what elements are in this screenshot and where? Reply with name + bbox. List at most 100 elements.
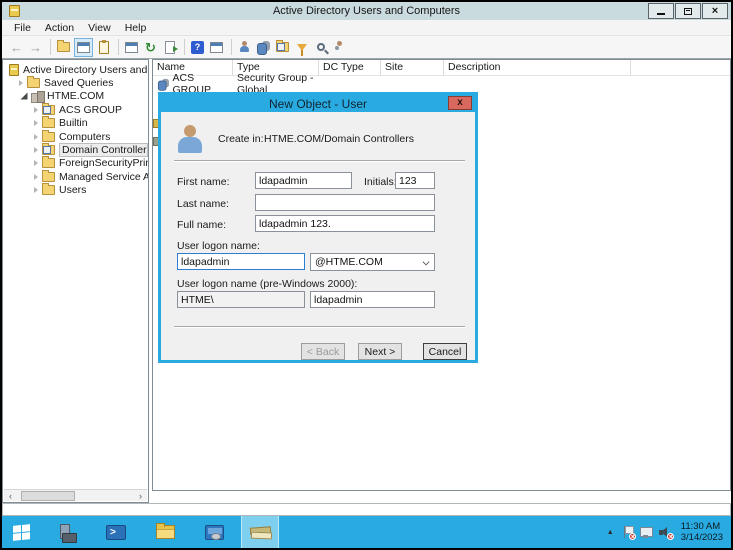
forward-icon[interactable]: →: [27, 39, 44, 56]
container-folder-icon: [42, 118, 55, 128]
clipboard-icon[interactable]: [95, 39, 112, 56]
back-button[interactable]: < Back: [301, 343, 345, 360]
tree-item-domain[interactable]: HTME.COM: [3, 90, 148, 103]
menu-file[interactable]: File: [7, 22, 38, 34]
file-explorer-button[interactable]: [146, 516, 184, 548]
powershell-button[interactable]: >: [97, 516, 135, 548]
pre2000-logon-field[interactable]: [310, 291, 435, 308]
logon-name-field[interactable]: [177, 253, 305, 270]
window-icon[interactable]: [208, 39, 225, 56]
network-icon[interactable]: [640, 527, 652, 538]
expand-arrow-icon[interactable]: [34, 187, 38, 193]
first-name-label: First name:: [177, 176, 230, 188]
up-one-level-icon[interactable]: [55, 39, 72, 56]
export-list-icon[interactable]: [161, 39, 178, 56]
dialog-close-button[interactable]: x: [448, 96, 472, 110]
column-header-dc-type[interactable]: DC Type: [319, 60, 381, 76]
logon-domain-dropdown[interactable]: @HTME.COM: [310, 253, 435, 271]
back-icon[interactable]: ←: [8, 39, 25, 56]
expand-arrow-icon[interactable]: [19, 80, 23, 86]
tree-item-users[interactable]: Users: [3, 184, 148, 197]
tree-item-computers[interactable]: Computers: [3, 130, 148, 143]
create-in-label: Create in:: [218, 133, 264, 145]
tree-item-root[interactable]: Active Directory Users and Com: [3, 63, 148, 76]
first-name-field[interactable]: [255, 172, 352, 189]
tree-item-domain-controllers[interactable]: Domain Controllers: [3, 143, 148, 156]
folder-icon: [156, 525, 175, 539]
console-root-icon: [9, 64, 19, 76]
expand-arrow-icon[interactable]: [34, 107, 38, 113]
initials-field[interactable]: [395, 172, 435, 189]
expand-arrow-icon[interactable]: [34, 147, 38, 153]
next-button[interactable]: Next >: [358, 343, 402, 360]
clock[interactable]: 11:30 AM 3/14/2023: [681, 521, 723, 543]
tray-expand-icon[interactable]: ▲: [607, 529, 614, 536]
close-button[interactable]: ×: [702, 3, 728, 19]
volume-icon[interactable]: [659, 527, 671, 538]
initials-label: Initials:: [364, 176, 397, 188]
expand-arrow-icon[interactable]: [34, 120, 38, 126]
status-bar: [2, 503, 731, 516]
start-button[interactable]: [2, 516, 40, 548]
admin-tools-button[interactable]: [195, 516, 233, 548]
full-name-field[interactable]: [255, 215, 435, 232]
cancel-button[interactable]: Cancel: [423, 343, 467, 360]
container-folder-icon: [42, 158, 55, 168]
create-in-value: HTME.COM/Domain Controllers: [264, 133, 414, 145]
pre2000-domain-field[interactable]: [177, 291, 305, 308]
expand-arrow-icon[interactable]: [34, 160, 38, 166]
domain-icon: [31, 91, 43, 101]
help-icon[interactable]: ?: [189, 39, 206, 56]
toolbar-separator: [231, 39, 232, 55]
scroll-left-icon[interactable]: ‹: [4, 490, 17, 502]
full-name-label: Full name:: [177, 219, 226, 231]
toolbar-separator: [184, 39, 185, 55]
tree-item-acs-group[interactable]: ACS GROUP: [3, 103, 148, 116]
last-name-label: Last name:: [177, 198, 229, 210]
console-tree-pane: Active Directory Users and Com Saved Que…: [2, 59, 149, 503]
error-badge-icon: [629, 533, 636, 540]
tree-item-saved-queries[interactable]: Saved Queries: [3, 76, 148, 89]
toolbar-separator: [50, 39, 51, 55]
tree-item-foreign-security-principals[interactable]: ForeignSecurityPrincipals: [3, 157, 148, 170]
last-name-field[interactable]: [255, 194, 435, 211]
tray-date: 3/14/2023: [681, 532, 723, 543]
tree-item-managed-service-accounts[interactable]: Managed Service Accoun: [3, 170, 148, 183]
container-folder-icon: [42, 172, 55, 182]
new-ou-icon[interactable]: [274, 39, 291, 56]
menu-view[interactable]: View: [81, 22, 118, 34]
dialog-title: New Object - User: [161, 97, 475, 111]
scroll-right-icon[interactable]: ›: [134, 490, 147, 502]
restore-button[interactable]: [675, 3, 701, 19]
new-group-icon[interactable]: [255, 39, 272, 56]
find-icon[interactable]: [312, 39, 329, 56]
menu-help[interactable]: Help: [118, 22, 154, 34]
collapse-arrow-icon[interactable]: [21, 93, 28, 100]
tree-item-builtin[interactable]: Builtin: [3, 117, 148, 130]
tray-time: 11:30 AM: [681, 521, 723, 532]
column-header-description[interactable]: Description: [444, 60, 631, 76]
toolbar: ← → ↻ ?: [2, 36, 731, 59]
dialog-title-bar: New Object - User x: [161, 95, 475, 112]
server-manager-button[interactable]: [48, 516, 86, 548]
toolbar-separator: [118, 39, 119, 55]
expand-arrow-icon[interactable]: [34, 134, 38, 140]
new-user-icon[interactable]: [236, 39, 253, 56]
scrollbar-thumb[interactable]: [21, 491, 75, 501]
properties-window-icon[interactable]: [123, 39, 140, 56]
ou-folder-icon: [42, 145, 55, 155]
filter-icon[interactable]: [293, 39, 310, 56]
menu-action[interactable]: Action: [38, 22, 81, 34]
minimize-button[interactable]: [648, 3, 674, 19]
aduc-taskbar-button[interactable]: [241, 516, 279, 548]
column-header-site[interactable]: Site: [381, 60, 444, 76]
expand-arrow-icon[interactable]: [34, 174, 38, 180]
action-center-flag-icon[interactable]: [623, 526, 633, 538]
refresh-icon[interactable]: ↻: [142, 39, 159, 56]
horizontal-scrollbar[interactable]: ‹ ›: [4, 489, 147, 501]
show-console-tree-icon[interactable]: [74, 38, 93, 57]
aduc-app-icon: [9, 5, 20, 17]
list-row-acs-group[interactable]: ACS GROUP Security Group - Global: [153, 76, 730, 91]
delegate-icon[interactable]: [331, 39, 348, 56]
logon-domain-value: @HTME.COM: [315, 256, 383, 268]
